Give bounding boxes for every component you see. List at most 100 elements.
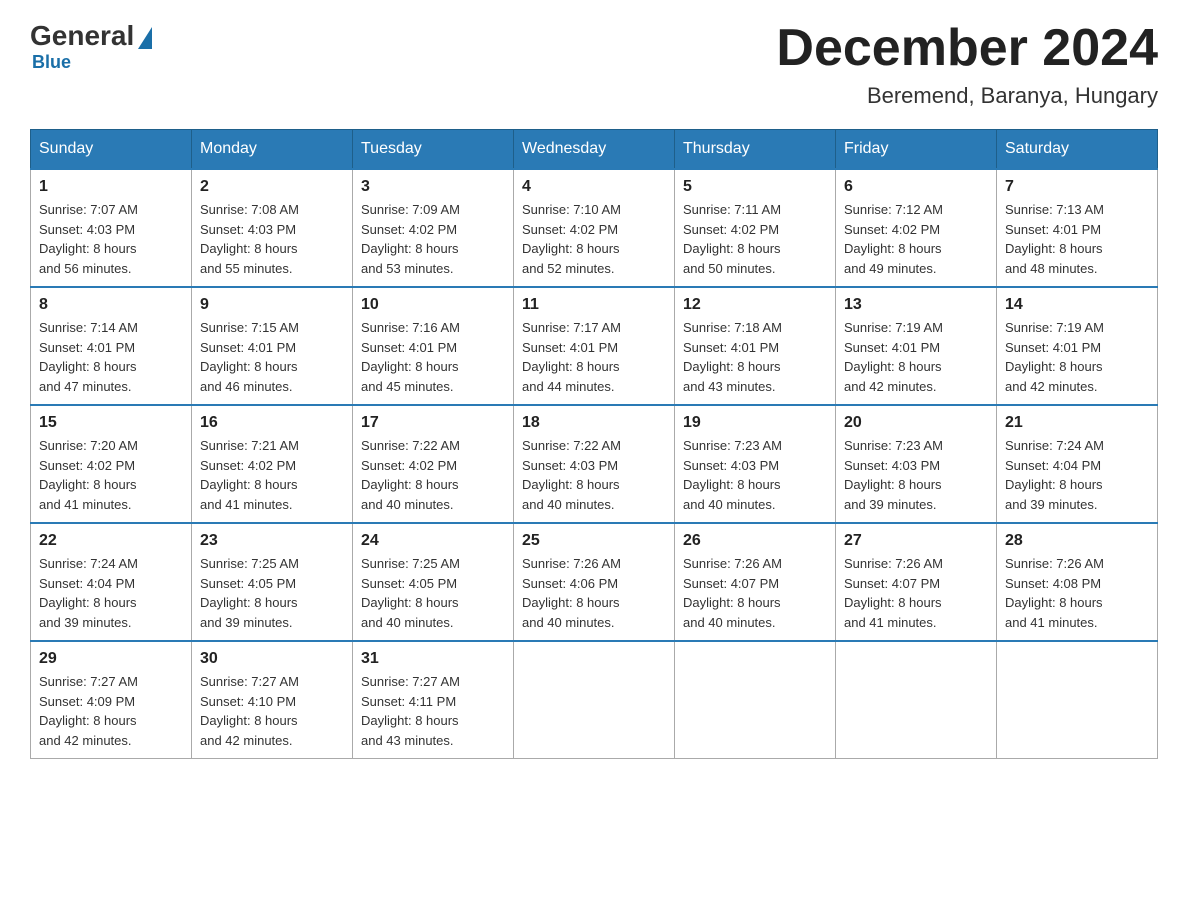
logo: General Blue xyxy=(30,20,152,73)
day-info: Sunrise: 7:16 AMSunset: 4:01 PMDaylight:… xyxy=(361,318,505,396)
header-friday: Friday xyxy=(836,130,997,170)
day-number: 5 xyxy=(683,178,827,196)
day-number: 4 xyxy=(522,178,666,196)
calendar-week-row-3: 15Sunrise: 7:20 AMSunset: 4:02 PMDayligh… xyxy=(31,405,1158,523)
day-number: 19 xyxy=(683,414,827,432)
calendar-cell: 12 Sunrise: 7:18 AMSunset: 4:01 PMDayligh… xyxy=(675,287,836,405)
logo-general-text: General xyxy=(30,20,134,52)
day-number: 27 xyxy=(844,532,988,550)
day-number: 25 xyxy=(522,532,666,550)
calendar-cell: 24 Sunrise: 7:25 AMSunset: 4:05 PMDayligh… xyxy=(353,523,514,641)
day-info: Sunrise: 7:25 AMSunset: 4:05 PMDaylight:… xyxy=(200,554,344,632)
calendar-cell: 14 Sunrise: 7:19 AMSunset: 4:01 PMDayligh… xyxy=(997,287,1158,405)
day-info: Sunrise: 7:19 AMSunset: 4:01 PMDaylight:… xyxy=(844,318,988,396)
day-info: Sunrise: 7:07 AMSunset: 4:03 PMDaylight:… xyxy=(39,200,183,278)
day-number: 7 xyxy=(1005,178,1149,196)
day-number: 26 xyxy=(683,532,827,550)
calendar-cell: 25 Sunrise: 7:26 AMSunset: 4:06 PMDayligh… xyxy=(514,523,675,641)
calendar-cell: 5 Sunrise: 7:11 AMSunset: 4:02 PMDaylight… xyxy=(675,169,836,287)
calendar-week-row-4: 22 Sunrise: 7:24 AMSunset: 4:04 PMDayligh… xyxy=(31,523,1158,641)
day-info: Sunrise: 7:27 AMSunset: 4:09 PMDaylight:… xyxy=(39,672,183,750)
calendar-cell: 7 Sunrise: 7:13 AMSunset: 4:01 PMDaylight… xyxy=(997,169,1158,287)
day-info: Sunrise: 7:26 AMSunset: 4:07 PMDaylight:… xyxy=(683,554,827,632)
calendar-cell xyxy=(675,641,836,759)
calendar-cell: 16 Sunrise: 7:21 AMSunset: 4:02 PMDayligh… xyxy=(192,405,353,523)
day-number: 13 xyxy=(844,296,988,314)
day-info: Sunrise: 7:23 AMSunset: 4:03 PMDaylight:… xyxy=(844,436,988,514)
month-title: December 2024 xyxy=(776,20,1158,77)
calendar-week-row-5: 29 Sunrise: 7:27 AMSunset: 4:09 PMDayligh… xyxy=(31,641,1158,759)
header-tuesday: Tuesday xyxy=(353,130,514,170)
day-info: Sunrise: 7:13 AMSunset: 4:01 PMDaylight:… xyxy=(1005,200,1149,278)
calendar-cell: 2 Sunrise: 7:08 AMSunset: 4:03 PMDaylight… xyxy=(192,169,353,287)
day-number: 11 xyxy=(522,296,666,314)
day-info: Sunrise: 7:17 AMSunset: 4:01 PMDaylight:… xyxy=(522,318,666,396)
calendar-cell: 19Sunrise: 7:23 AMSunset: 4:03 PMDayligh… xyxy=(675,405,836,523)
calendar-cell: 27 Sunrise: 7:26 AMSunset: 4:07 PMDayligh… xyxy=(836,523,997,641)
day-info: Sunrise: 7:25 AMSunset: 4:05 PMDaylight:… xyxy=(361,554,505,632)
calendar-cell: 4 Sunrise: 7:10 AMSunset: 4:02 PMDaylight… xyxy=(514,169,675,287)
calendar-cell: 21Sunrise: 7:24 AMSunset: 4:04 PMDayligh… xyxy=(997,405,1158,523)
day-number: 12 xyxy=(683,296,827,314)
day-info: Sunrise: 7:21 AMSunset: 4:02 PMDaylight:… xyxy=(200,436,344,514)
header-monday: Monday xyxy=(192,130,353,170)
calendar-week-row-1: 1 Sunrise: 7:07 AMSunset: 4:03 PMDaylight… xyxy=(31,169,1158,287)
day-info: Sunrise: 7:22 AMSunset: 4:03 PMDaylight:… xyxy=(522,436,666,514)
day-info: Sunrise: 7:24 AMSunset: 4:04 PMDaylight:… xyxy=(39,554,183,632)
day-number: 9 xyxy=(200,296,344,314)
calendar-cell: 15Sunrise: 7:20 AMSunset: 4:02 PMDayligh… xyxy=(31,405,192,523)
calendar-header-row: Sunday Monday Tuesday Wednesday Thursday… xyxy=(31,130,1158,170)
day-number: 24 xyxy=(361,532,505,550)
day-number: 16 xyxy=(200,414,344,432)
day-info: Sunrise: 7:24 AMSunset: 4:04 PMDaylight:… xyxy=(1005,436,1149,514)
day-info: Sunrise: 7:14 AMSunset: 4:01 PMDaylight:… xyxy=(39,318,183,396)
day-number: 3 xyxy=(361,178,505,196)
page-header: General Blue December 2024 Beremend, Bar… xyxy=(30,20,1158,109)
calendar-cell xyxy=(836,641,997,759)
calendar-cell xyxy=(514,641,675,759)
calendar-cell: 29 Sunrise: 7:27 AMSunset: 4:09 PMDayligh… xyxy=(31,641,192,759)
title-section: December 2024 Beremend, Baranya, Hungary xyxy=(776,20,1158,109)
calendar-cell: 22 Sunrise: 7:24 AMSunset: 4:04 PMDayligh… xyxy=(31,523,192,641)
logo-blue-text: Blue xyxy=(32,52,71,73)
logo-triangle-icon xyxy=(138,27,152,49)
day-info: Sunrise: 7:10 AMSunset: 4:02 PMDaylight:… xyxy=(522,200,666,278)
day-number: 20 xyxy=(844,414,988,432)
day-info: Sunrise: 7:26 AMSunset: 4:07 PMDaylight:… xyxy=(844,554,988,632)
day-number: 8 xyxy=(39,296,183,314)
day-info: Sunrise: 7:26 AMSunset: 4:08 PMDaylight:… xyxy=(1005,554,1149,632)
day-info: Sunrise: 7:08 AMSunset: 4:03 PMDaylight:… xyxy=(200,200,344,278)
day-number: 28 xyxy=(1005,532,1149,550)
day-info: Sunrise: 7:11 AMSunset: 4:02 PMDaylight:… xyxy=(683,200,827,278)
day-info: Sunrise: 7:27 AMSunset: 4:10 PMDaylight:… xyxy=(200,672,344,750)
calendar-cell: 6Sunrise: 7:12 AMSunset: 4:02 PMDaylight… xyxy=(836,169,997,287)
day-number: 15 xyxy=(39,414,183,432)
header-sunday: Sunday xyxy=(31,130,192,170)
calendar-cell: 17Sunrise: 7:22 AMSunset: 4:02 PMDayligh… xyxy=(353,405,514,523)
day-info: Sunrise: 7:26 AMSunset: 4:06 PMDaylight:… xyxy=(522,554,666,632)
day-info: Sunrise: 7:15 AMSunset: 4:01 PMDaylight:… xyxy=(200,318,344,396)
day-number: 10 xyxy=(361,296,505,314)
day-number: 29 xyxy=(39,650,183,668)
header-thursday: Thursday xyxy=(675,130,836,170)
day-number: 2 xyxy=(200,178,344,196)
day-info: Sunrise: 7:18 AMSunset: 4:01 PMDaylight:… xyxy=(683,318,827,396)
calendar-cell: 13 Sunrise: 7:19 AMSunset: 4:01 PMDayligh… xyxy=(836,287,997,405)
day-number: 30 xyxy=(200,650,344,668)
calendar-cell: 26 Sunrise: 7:26 AMSunset: 4:07 PMDayligh… xyxy=(675,523,836,641)
day-info: Sunrise: 7:09 AMSunset: 4:02 PMDaylight:… xyxy=(361,200,505,278)
location-subtitle: Beremend, Baranya, Hungary xyxy=(776,83,1158,109)
calendar-cell: 28 Sunrise: 7:26 AMSunset: 4:08 PMDayligh… xyxy=(997,523,1158,641)
day-number: 31 xyxy=(361,650,505,668)
calendar-week-row-2: 8 Sunrise: 7:14 AMSunset: 4:01 PMDaylight… xyxy=(31,287,1158,405)
day-number: 1 xyxy=(39,178,183,196)
calendar-cell: 30 Sunrise: 7:27 AMSunset: 4:10 PMDayligh… xyxy=(192,641,353,759)
day-number: 14 xyxy=(1005,296,1149,314)
calendar-cell: 1 Sunrise: 7:07 AMSunset: 4:03 PMDaylight… xyxy=(31,169,192,287)
calendar-cell: 11 Sunrise: 7:17 AMSunset: 4:01 PMDayligh… xyxy=(514,287,675,405)
day-number: 22 xyxy=(39,532,183,550)
day-info: Sunrise: 7:19 AMSunset: 4:01 PMDaylight:… xyxy=(1005,318,1149,396)
day-number: 23 xyxy=(200,532,344,550)
header-wednesday: Wednesday xyxy=(514,130,675,170)
day-number: 18 xyxy=(522,414,666,432)
